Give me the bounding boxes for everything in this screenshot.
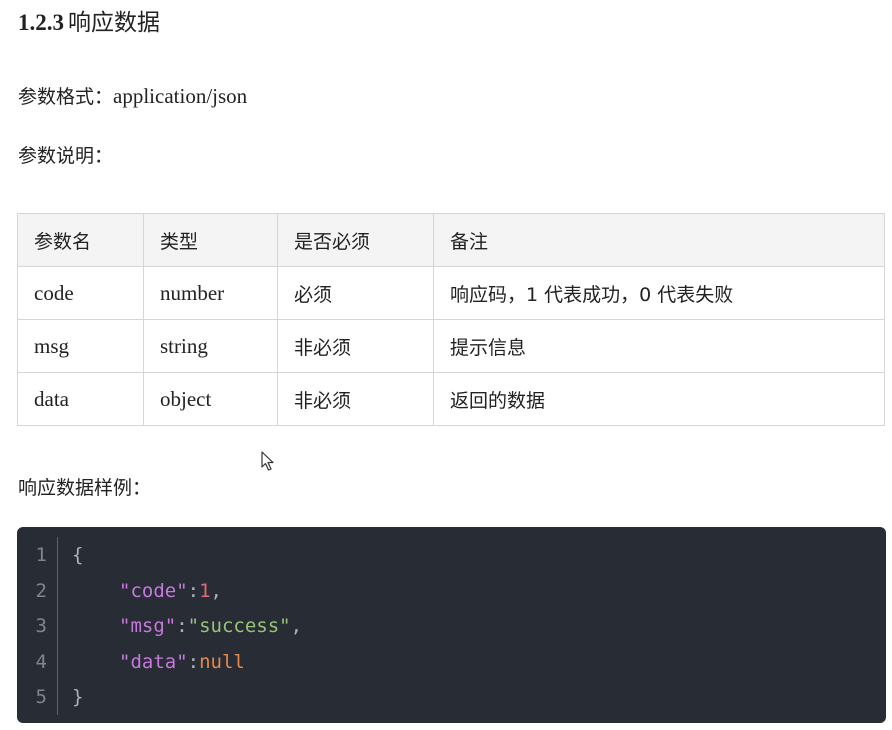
table-row: data object 非必须 返回的数据 [17, 372, 885, 426]
section-number: 1.2.3 [18, 10, 64, 35]
json-colon: : [187, 579, 200, 602]
json-value-code: 1 [199, 579, 211, 602]
code-line: 2 "code":1, [17, 574, 886, 610]
json-colon: : [187, 650, 200, 673]
cell-type: object [143, 372, 278, 426]
code-line: 3 "msg":"success", [17, 609, 886, 645]
json-comma: , [210, 579, 222, 602]
header-param-name: 参数名 [17, 213, 144, 267]
param-format-label: 参数格式： [18, 86, 114, 108]
table-row: code number 必须 响应码，1 代表成功，0 代表失败 [17, 266, 885, 320]
code-line: 5 } [17, 680, 886, 716]
section-title: 响应数据 [68, 10, 160, 36]
cell-type: string [143, 319, 278, 373]
mouse-pointer-icon [261, 451, 274, 471]
line-number: 1 [35, 544, 47, 566]
json-key-data: "data" [119, 650, 188, 673]
header-remark: 备注 [433, 213, 885, 267]
json-colon: : [176, 615, 188, 638]
line-number: 3 [35, 615, 47, 638]
param-description-label: 参数说明： [18, 145, 114, 167]
section-heading: 1.2.3 响应数据 [18, 6, 160, 40]
cell-required: 非必须 [277, 319, 434, 373]
cell-name: data [17, 372, 144, 426]
cell-required: 非必须 [277, 372, 434, 426]
param-format-value: application/json [113, 84, 248, 108]
param-format: 参数格式：application/json [18, 82, 247, 111]
header-type: 类型 [143, 213, 278, 267]
code-line: 1 { [17, 538, 886, 574]
json-key-msg: "msg" [119, 615, 177, 638]
table-row: msg string 非必须 提示信息 [17, 319, 885, 373]
cell-remark: 返回的数据 [433, 372, 885, 426]
table-header-row: 参数名 类型 是否必须 备注 [17, 213, 885, 267]
params-table: 参数名 类型 是否必须 备注 code number 必须 响应码，1 代表成功… [17, 213, 885, 426]
code-line: 4 "data":null [17, 645, 886, 681]
gutter-divider [57, 537, 58, 715]
line-number: 5 [35, 686, 47, 709]
header-required: 是否必须 [277, 213, 434, 267]
cell-remark: 响应码，1 代表成功，0 代表失败 [433, 266, 885, 320]
json-value-data: null [199, 650, 245, 673]
line-number: 4 [35, 650, 47, 673]
cell-type: number [143, 266, 278, 320]
code-block: 1 { 2 "code":1, 3 "msg":"success", 4 "da… [17, 527, 886, 723]
open-brace: { [72, 544, 84, 566]
cell-name: code [17, 266, 144, 320]
sample-label: 响应数据样例： [18, 477, 152, 499]
json-value-msg: "success" [187, 615, 291, 638]
json-key-code: "code" [119, 579, 188, 602]
cell-required: 必须 [277, 266, 434, 320]
close-brace: } [72, 686, 84, 709]
json-comma: , [290, 615, 303, 638]
cell-remark: 提示信息 [433, 319, 885, 373]
line-number: 2 [35, 579, 47, 602]
cell-name: msg [17, 319, 144, 373]
